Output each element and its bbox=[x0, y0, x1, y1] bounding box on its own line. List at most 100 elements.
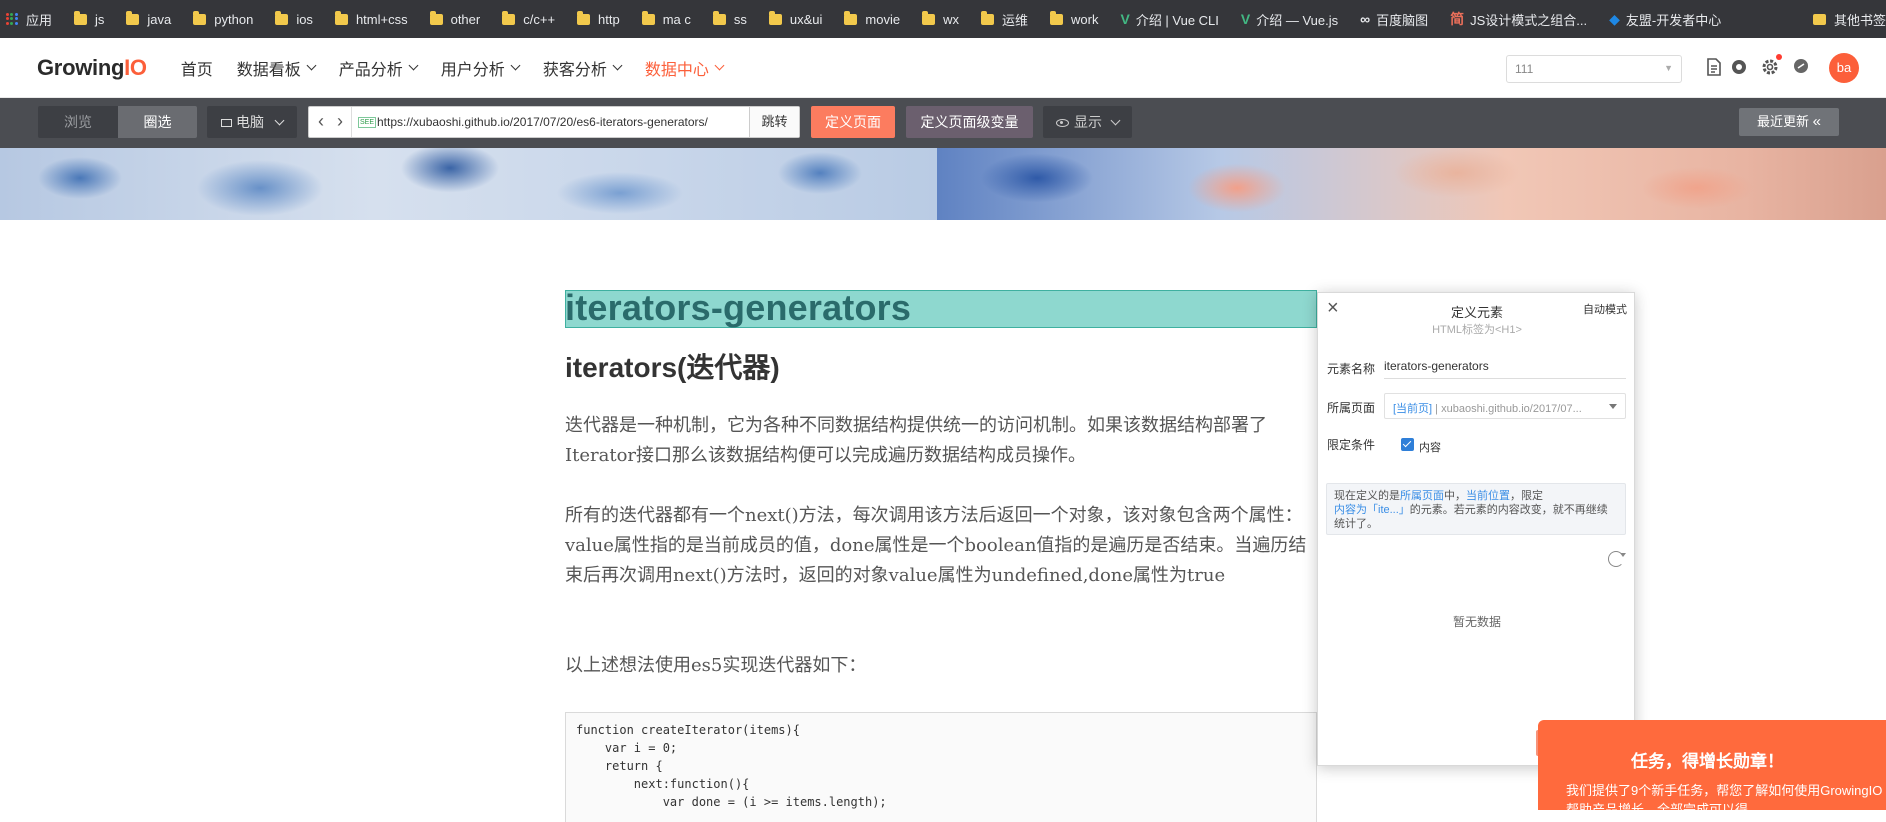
bookmark-folder[interactable]: ss bbox=[712, 10, 747, 27]
document-icon[interactable] bbox=[1704, 58, 1724, 78]
bookmark-folder[interactable]: ma c bbox=[641, 10, 691, 27]
nav-item[interactable]: 数据中心 bbox=[644, 56, 725, 80]
nav-item[interactable]: 数据看板 bbox=[237, 56, 317, 80]
url-input[interactable]: https://xubaoshi.github.io/2017/07/20/es… bbox=[377, 107, 708, 137]
mode-browse-button[interactable]: 浏览 bbox=[38, 106, 118, 138]
bookmark-apps-label: 应用 bbox=[26, 12, 53, 28]
chevron-down-icon bbox=[714, 60, 725, 71]
nav-item[interactable]: 获客分析 bbox=[542, 56, 623, 80]
chevron-down-icon bbox=[612, 60, 623, 71]
element-name-input[interactable]: iterators-generators bbox=[1384, 355, 1626, 379]
bookmark-folder[interactable]: c/c++ bbox=[502, 10, 556, 27]
task-promo-panel[interactable]: 任务，得增长勋章！ 我们提供了9个新手任务，帮您了解如何使用GrowingIO帮… bbox=[1538, 720, 1886, 810]
bookmark-folder-label: c/c++ bbox=[523, 11, 556, 27]
bookmark-folder[interactable]: ios bbox=[275, 10, 313, 27]
bookmark-folder[interactable]: js bbox=[74, 10, 104, 27]
avatar[interactable]: ba bbox=[1829, 53, 1859, 83]
content-checkbox-label: 内容 bbox=[1419, 442, 1441, 454]
bookmark-folder[interactable]: html+css bbox=[334, 10, 408, 27]
define-page-button[interactable]: 定义页面 bbox=[811, 106, 895, 138]
article-heading: iterators(迭代器) bbox=[565, 352, 780, 383]
bookmark-folder[interactable]: work bbox=[1050, 10, 1098, 27]
bookmark-folder[interactable]: java bbox=[126, 10, 172, 27]
refresh-icon[interactable] bbox=[1608, 551, 1626, 567]
nav-item-label: 获客分析 bbox=[542, 61, 607, 79]
nav-item-label: 数据中心 bbox=[644, 61, 709, 79]
device-select[interactable]: 电脑 bbox=[207, 106, 297, 138]
mode-select-button[interactable]: 圈选 bbox=[118, 106, 197, 138]
page-label: 所属页面 bbox=[1327, 401, 1376, 415]
bookmark-folder-label: ux&ui bbox=[789, 11, 823, 27]
info-text: 现在定义的是 bbox=[1334, 490, 1400, 502]
bookmark-link[interactable]: 简 JS设计模式之组合... bbox=[1450, 9, 1587, 29]
link-icon[interactable] bbox=[1791, 58, 1811, 78]
bookmark-folder-label: ios bbox=[296, 11, 313, 27]
project-select[interactable]: 111 ▼ bbox=[1506, 55, 1682, 83]
forward-icon[interactable]: › bbox=[330, 107, 350, 137]
nav-item[interactable]: 用户分析 bbox=[440, 56, 521, 80]
bookmark-folder[interactable]: http bbox=[577, 10, 620, 27]
folder-icon bbox=[193, 10, 207, 25]
bookmark-apps[interactable]: 应用 bbox=[6, 10, 52, 29]
bookmark-folder[interactable]: ux&ui bbox=[768, 10, 823, 27]
recent-updates-button[interactable]: 最近更新 « bbox=[1739, 108, 1839, 136]
url-bar: ‹ › SEE https://xubaoshi.github.io/2017/… bbox=[308, 106, 800, 138]
nav-item-label: 用户分析 bbox=[440, 61, 505, 79]
bookmark-link[interactable]: V 介绍 — Vue.js bbox=[1241, 10, 1338, 29]
bookmark-folder-label: wx bbox=[943, 11, 959, 27]
growingio-logo[interactable]: GrowingIO bbox=[37, 55, 147, 81]
article-title[interactable]: iterators-generators bbox=[565, 288, 911, 328]
umeng-icon: ◆ bbox=[1609, 10, 1620, 27]
nav-item[interactable]: 首页 bbox=[181, 56, 213, 80]
info-link-position[interactable]: 当前位置 bbox=[1466, 490, 1510, 502]
bookmark-link[interactable]: V 介绍 | Vue CLI bbox=[1120, 10, 1218, 29]
define-page-variable-button[interactable]: 定义页面级变量 bbox=[906, 106, 1033, 138]
support-headset-icon[interactable] bbox=[1729, 58, 1749, 78]
dialog-subtitle: HTML标签为<H1> bbox=[1432, 324, 1522, 336]
bookmark-folder[interactable]: wx bbox=[922, 10, 959, 27]
bookmark-folder[interactable]: movie bbox=[844, 10, 900, 27]
back-icon[interactable]: ‹ bbox=[311, 107, 331, 137]
display-toggle[interactable]: 显示 bbox=[1043, 106, 1132, 138]
banner-left-image bbox=[0, 148, 937, 220]
display-label: 显示 bbox=[1074, 114, 1102, 130]
bookmark-folder[interactable]: python bbox=[193, 10, 253, 27]
page-select[interactable]: [当前页] | xubaoshi.github.io/2017/07... bbox=[1384, 393, 1626, 419]
device-label: 电脑 bbox=[236, 114, 264, 130]
folder-icon bbox=[712, 10, 726, 25]
bookmark-folders: js java python ios html+css other c/c++ http ma … bbox=[74, 10, 1120, 29]
page-banner-image bbox=[0, 148, 1886, 220]
condition-label: 限定条件 bbox=[1327, 438, 1376, 452]
bookmark-folder-label: java bbox=[147, 11, 172, 27]
auto-mode-link[interactable]: 自动模式 bbox=[1583, 301, 1627, 317]
content-checkbox[interactable] bbox=[1401, 438, 1414, 451]
apps-grid-icon bbox=[6, 13, 18, 25]
bookmark-link[interactable]: ∞ 百度脑图 bbox=[1360, 10, 1428, 29]
empty-state-text: 暂无数据 bbox=[1452, 615, 1501, 629]
nav-item[interactable]: 产品分析 bbox=[339, 56, 419, 80]
bookmark-link-label: 介绍 — Vue.js bbox=[1256, 12, 1339, 28]
bookmark-link[interactable]: ◆ 友盟-开发者中心 bbox=[1609, 10, 1721, 29]
bookmark-link-label: 友盟-开发者中心 bbox=[1625, 12, 1722, 28]
vue-icon: V bbox=[1120, 11, 1130, 27]
chevron-down-icon bbox=[306, 60, 317, 71]
bookmark-links: V 介绍 | Vue CLI V 介绍 — Vue.js ∞ 百度脑图 简 JS设计模式之组合… bbox=[1120, 9, 1743, 29]
info-link-page[interactable]: 所属页面 bbox=[1400, 490, 1444, 502]
gear-icon[interactable] bbox=[1760, 54, 1782, 78]
bookmark-other[interactable]: 其他书签 bbox=[1812, 0, 1886, 38]
bookmark-folder-label: ss bbox=[733, 11, 747, 27]
folder-icon bbox=[429, 10, 443, 25]
jianshu-icon: 简 bbox=[1450, 11, 1465, 27]
chevron-down-icon bbox=[408, 60, 419, 71]
folder-icon bbox=[641, 10, 655, 25]
bookmark-folder-label: other bbox=[450, 11, 481, 27]
chevron-down-icon bbox=[1110, 115, 1121, 126]
folder-icon bbox=[768, 10, 782, 25]
bookmark-folder[interactable]: other bbox=[429, 10, 481, 27]
go-button[interactable]: 跳转 bbox=[749, 107, 799, 137]
bookmark-folder[interactable]: 运维 bbox=[981, 10, 1028, 29]
info-link-content[interactable]: 内容为「ite...」 bbox=[1334, 504, 1410, 516]
bookmark-folder-label: 运维 bbox=[1002, 12, 1029, 28]
vue-icon: V bbox=[1240, 11, 1251, 27]
element-name-label: 元素名称 bbox=[1327, 362, 1376, 376]
